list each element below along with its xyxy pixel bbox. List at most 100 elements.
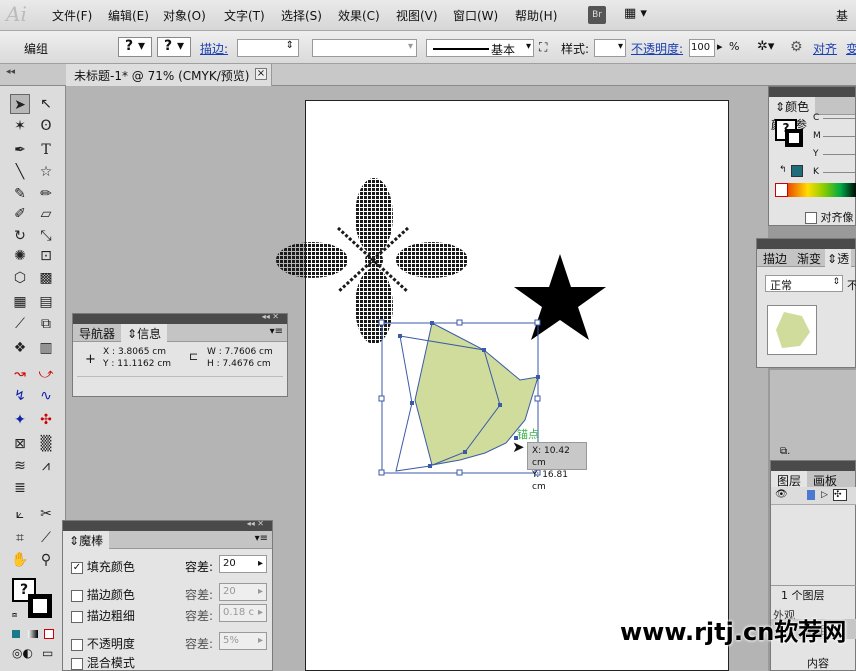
color-mode-icon[interactable]: [12, 630, 20, 638]
none-color-swatch[interactable]: [775, 183, 788, 197]
opacity-tolerance-input[interactable]: 5% ▸: [219, 632, 267, 650]
star-shape[interactable]: [514, 254, 606, 340]
eraser-tool-icon[interactable]: ▱: [36, 204, 56, 224]
lasso-tool-icon[interactable]: ʘ: [36, 116, 56, 136]
live-paint-tool-icon[interactable]: ▩: [36, 268, 56, 288]
stroke-weight-tolerance-input[interactable]: 0.18 c ▸: [219, 604, 267, 622]
symbol-sprayer-tool-icon[interactable]: ❖: [10, 338, 30, 358]
tab-info[interactable]: ⇕信息: [121, 324, 168, 342]
tab-navigator[interactable]: 导航器: [73, 324, 121, 342]
free-transform-tool-icon[interactable]: ⊡: [36, 246, 56, 266]
slider-y[interactable]: [823, 154, 855, 155]
tab-transparency[interactable]: ⇕透: [825, 249, 852, 267]
fill-tolerance-input[interactable]: 20 ▸: [219, 555, 267, 573]
coordinate-tooltip: X: 10.42 cm Y: 16.81 cm: [527, 442, 587, 492]
slider-k[interactable]: [823, 172, 855, 173]
magic-wand-titlebar[interactable]: ◂◂ ✕: [63, 519, 272, 531]
expand-arrow-icon[interactable]: ▷: [821, 490, 828, 500]
pencil-tool-icon[interactable]: ✏: [36, 184, 56, 204]
fill-color-option[interactable]: ✓ 填充颜色: [71, 558, 135, 575]
info-h-row: H : 7.4676 cm: [207, 359, 271, 369]
scissors-tool-icon[interactable]: ✂: [36, 504, 56, 524]
draw-mode-icon[interactable]: ◎◐: [12, 646, 33, 660]
docked-panel-icon[interactable]: ⧉.: [780, 446, 790, 457]
screen-mode-icon[interactable]: ▭: [42, 646, 53, 660]
slice-tool-icon[interactable]: ▒: [36, 434, 56, 454]
twirl-tool-icon[interactable]: ✣: [36, 410, 56, 430]
panel-menu-icon[interactable]: ▾≡: [255, 533, 268, 544]
opacity-checkbox[interactable]: [71, 638, 83, 651]
selection-tool-icon[interactable]: ➤: [10, 94, 30, 114]
blend-tool-icon[interactable]: ⧉: [36, 314, 56, 334]
info-panel-titlebar[interactable]: ◂◂ ✕: [73, 312, 287, 324]
scale-tool-icon[interactable]: ⤡: [36, 226, 56, 246]
mesh-tool-icon[interactable]: ↝: [10, 364, 30, 384]
align-pixel-option[interactable]: 对齐像: [805, 209, 854, 225]
column-graph-tool-icon[interactable]: ▥: [36, 338, 56, 358]
tab-gradient[interactable]: 渐变: [793, 249, 825, 267]
layers-titlebar[interactable]: [771, 461, 855, 471]
info-x-row: X : 3.8065 cm: [103, 347, 167, 357]
tab-color[interactable]: ⇕颜色: [769, 97, 816, 115]
eyedropper-tool-icon[interactable]: ⟋: [10, 314, 30, 334]
last-color-arrow[interactable]: ↰: [779, 165, 787, 175]
warp-tool-icon[interactable]: ✺: [10, 246, 30, 266]
stroke-color-tolerance-input[interactable]: 20 ▸: [219, 583, 267, 601]
fill-color-checkbox[interactable]: ✓: [71, 561, 83, 574]
blend-mode-checkbox[interactable]: [71, 657, 83, 670]
type-tool-icon[interactable]: T: [36, 140, 56, 160]
magic-wand-tabs: ⇕魔棒 ▾≡: [63, 531, 272, 549]
stroke-weight-checkbox[interactable]: [71, 610, 83, 623]
transparency-titlebar[interactable]: [757, 239, 855, 249]
bloat-tool-icon[interactable]: ≋: [10, 456, 30, 476]
perspective-grid-tool-icon[interactable]: ▦: [10, 292, 30, 312]
blob-brush-tool-icon[interactable]: ✐: [10, 204, 30, 224]
halftone-flower[interactable]: [276, 178, 468, 344]
knife-tool-icon[interactable]: ⟋: [36, 528, 56, 548]
last-color-swatch[interactable]: [791, 165, 803, 177]
slider-m[interactable]: [823, 136, 855, 137]
stroke-color-option[interactable]: 描边颜色: [71, 586, 135, 603]
paintbrush-tool-icon[interactable]: ✎: [10, 184, 30, 204]
transparency-tabs: 描边 渐变 ⇕透: [757, 249, 855, 267]
transparency-thumbnail[interactable]: [767, 305, 817, 355]
crop-tool-icon[interactable]: ⌗: [10, 528, 30, 548]
width-tool-icon[interactable]: ↯: [10, 386, 30, 406]
panel-menu-icon[interactable]: ▾≡: [270, 326, 283, 337]
blend-mode-option[interactable]: 混合模式: [71, 654, 135, 671]
color-panel-titlebar[interactable]: [769, 87, 855, 97]
zoom-tool-icon[interactable]: ⚲: [36, 550, 56, 570]
shape-builder-tool-icon[interactable]: ⬡: [10, 268, 30, 288]
hand-tool-icon[interactable]: ✋: [10, 550, 30, 570]
toolbox: ➤ ↖ ✶ ʘ ✒ T ╲ ☆ ✎ ✏ ✐ ▱ ↻ ⤡ ✺ ⊡ ⬡ ▩ ▦ ▤ …: [0, 86, 66, 671]
channel-c-label: C: [813, 113, 820, 123]
pen-tool-icon[interactable]: ✒: [10, 140, 30, 160]
crystallize-tool-icon[interactable]: ⩘: [36, 456, 56, 476]
opacity-option[interactable]: 不透明度: [71, 635, 135, 652]
measure-tool-icon[interactable]: ⟀: [10, 504, 30, 524]
gradient-tool-icon[interactable]: ▤: [36, 292, 56, 312]
line-tool-icon[interactable]: ╲: [10, 162, 30, 182]
layer-row[interactable]: 👁 ▷ ✣: [771, 487, 856, 505]
stroke-weight-option[interactable]: 描边粗细: [71, 607, 135, 624]
rotate-tool-icon[interactable]: ↻: [10, 226, 30, 246]
tab-magic-wand[interactable]: ⇕魔棒: [63, 531, 110, 549]
color-stroke-swatch[interactable]: [785, 129, 803, 147]
none-mode-icon[interactable]: [44, 629, 54, 639]
star-tool-icon[interactable]: ☆: [36, 162, 56, 182]
tab-stroke[interactable]: 描边: [757, 249, 793, 267]
reshape-tool-icon[interactable]: ⤻: [36, 364, 56, 384]
default-colors-icon[interactable]: ⧈: [12, 610, 17, 620]
stroke-color-checkbox[interactable]: [71, 589, 83, 602]
slider-c[interactable]: [823, 118, 855, 119]
stroke-color-swatch[interactable]: [28, 594, 52, 618]
direct-selection-tool-icon[interactable]: ↖: [36, 94, 56, 114]
wave-tool-icon[interactable]: ∿: [36, 386, 56, 406]
list-tool-icon[interactable]: ≣: [10, 478, 30, 498]
blend-mode-select[interactable]: 正常 ⇕: [765, 275, 843, 292]
gradient-mode-icon[interactable]: [28, 630, 38, 638]
magic-wand-tool-icon[interactable]: ✶: [10, 116, 30, 136]
eye-icon[interactable]: 👁: [775, 489, 788, 500]
pucker-tool-icon[interactable]: ✦: [10, 410, 30, 430]
artboard-tool-icon[interactable]: ⊠: [10, 434, 30, 454]
